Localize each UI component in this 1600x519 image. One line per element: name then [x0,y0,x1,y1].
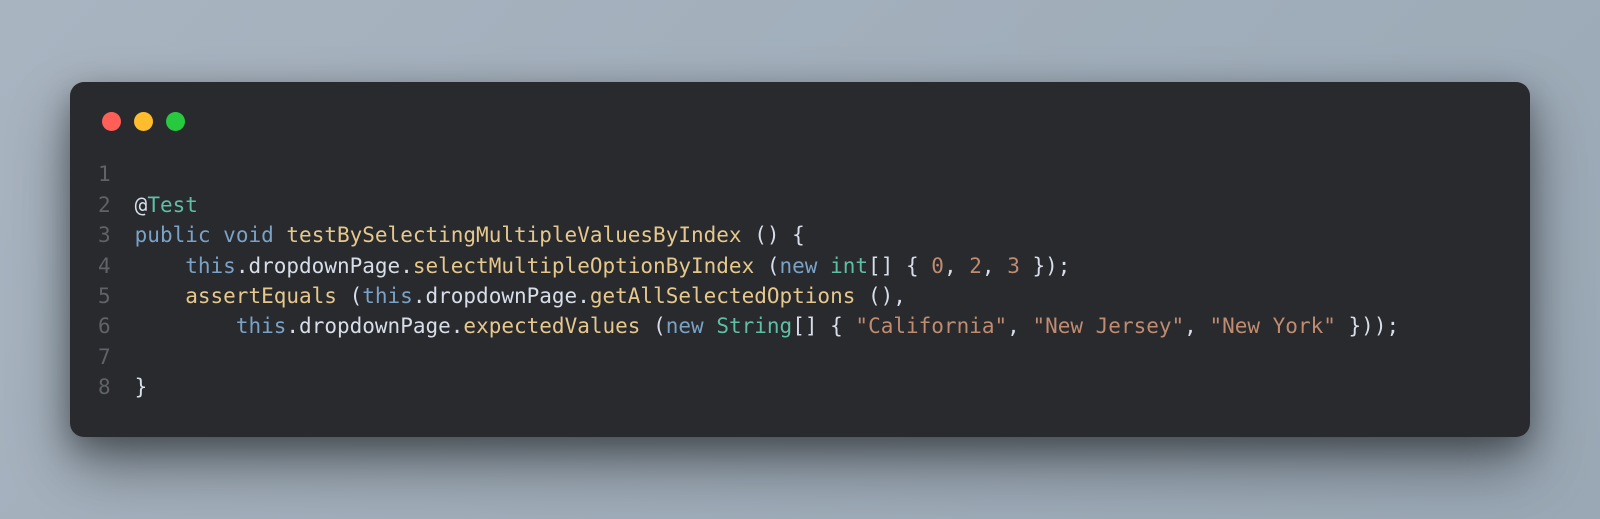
line-number: 4 [98,251,111,281]
line-number: 7 [98,342,111,372]
close-paren-comma: (), [855,284,906,308]
comma: , [1184,314,1209,338]
this-keyword: this [362,284,413,308]
dot: . [400,254,413,278]
code-line-5: assertEquals (this.dropdownPage.getAllSe… [135,281,1502,311]
code-line-7 [135,342,1502,372]
property: dropdownPage [299,314,451,338]
array-brackets: [] [792,314,817,338]
open-paren: ( [640,314,665,338]
line-number: 6 [98,311,111,341]
open-paren: ( [337,284,362,308]
array-brackets: [] [868,254,893,278]
property: dropdownPage [425,284,577,308]
annotation-name: Test [147,193,198,217]
method-call: assertEquals [185,284,337,308]
number-literal: 0 [931,254,944,278]
close: }); [1020,254,1071,278]
code-line-8: } [135,372,1502,402]
comma: , [944,254,969,278]
parens: () [742,223,780,247]
dot: . [413,284,426,308]
property: dropdownPage [248,254,400,278]
window-controls [102,112,1502,131]
annotation-at: @ [135,193,148,217]
indent [135,314,236,338]
keyword-public: public [135,223,211,247]
keyword-void: void [223,223,274,247]
string-literal: "California" [855,314,1007,338]
dot: . [451,314,464,338]
line-number: 1 [98,159,111,189]
method-call: selectMultipleOptionByIndex [413,254,754,278]
comma: , [982,254,1007,278]
code-block: 1 2 3 4 5 6 7 8 @Test public void testBy… [98,159,1502,402]
method-name: testBySelectingMultipleValuesByIndex [286,223,741,247]
code-editor-window: 1 2 3 4 5 6 7 8 @Test public void testBy… [70,82,1530,436]
close-brace: } [135,375,148,399]
number-literal: 2 [969,254,982,278]
code-line-3: public void testBySelectingMultipleValue… [135,220,1502,250]
line-number: 2 [98,190,111,220]
indent [135,284,186,308]
comma: , [1007,314,1032,338]
code-line-1 [135,159,1502,189]
close-icon[interactable] [102,112,121,131]
dot: . [236,254,249,278]
maximize-icon[interactable] [166,112,185,131]
method-call: expectedValues [463,314,640,338]
code-line-6: this.dropdownPage.expectedValues (new St… [135,311,1502,341]
open-brace: { [893,254,931,278]
line-number-gutter: 1 2 3 4 5 6 7 8 [98,159,135,402]
close: })); [1336,314,1399,338]
line-number: 3 [98,220,111,250]
minimize-icon[interactable] [134,112,153,131]
type-string: String [716,314,792,338]
dot: . [577,284,590,308]
number-literal: 3 [1007,254,1020,278]
dot: . [286,314,299,338]
code-content[interactable]: @Test public void testBySelectingMultipl… [135,159,1502,402]
indent [135,254,186,278]
new-keyword: new [780,254,818,278]
this-keyword: this [185,254,236,278]
space [704,314,717,338]
this-keyword: this [236,314,287,338]
line-number: 8 [98,372,111,402]
open-paren: ( [754,254,779,278]
type-int: int [830,254,868,278]
open-brace: { [817,314,855,338]
string-literal: "New Jersey" [1032,314,1184,338]
space [817,254,830,278]
string-literal: "New York" [1209,314,1335,338]
new-keyword: new [666,314,704,338]
code-line-4: this.dropdownPage.selectMultipleOptionBy… [135,251,1502,281]
method-call: getAllSelectedOptions [590,284,856,308]
open-brace: { [780,223,805,247]
code-line-2: @Test [135,190,1502,220]
line-number: 5 [98,281,111,311]
